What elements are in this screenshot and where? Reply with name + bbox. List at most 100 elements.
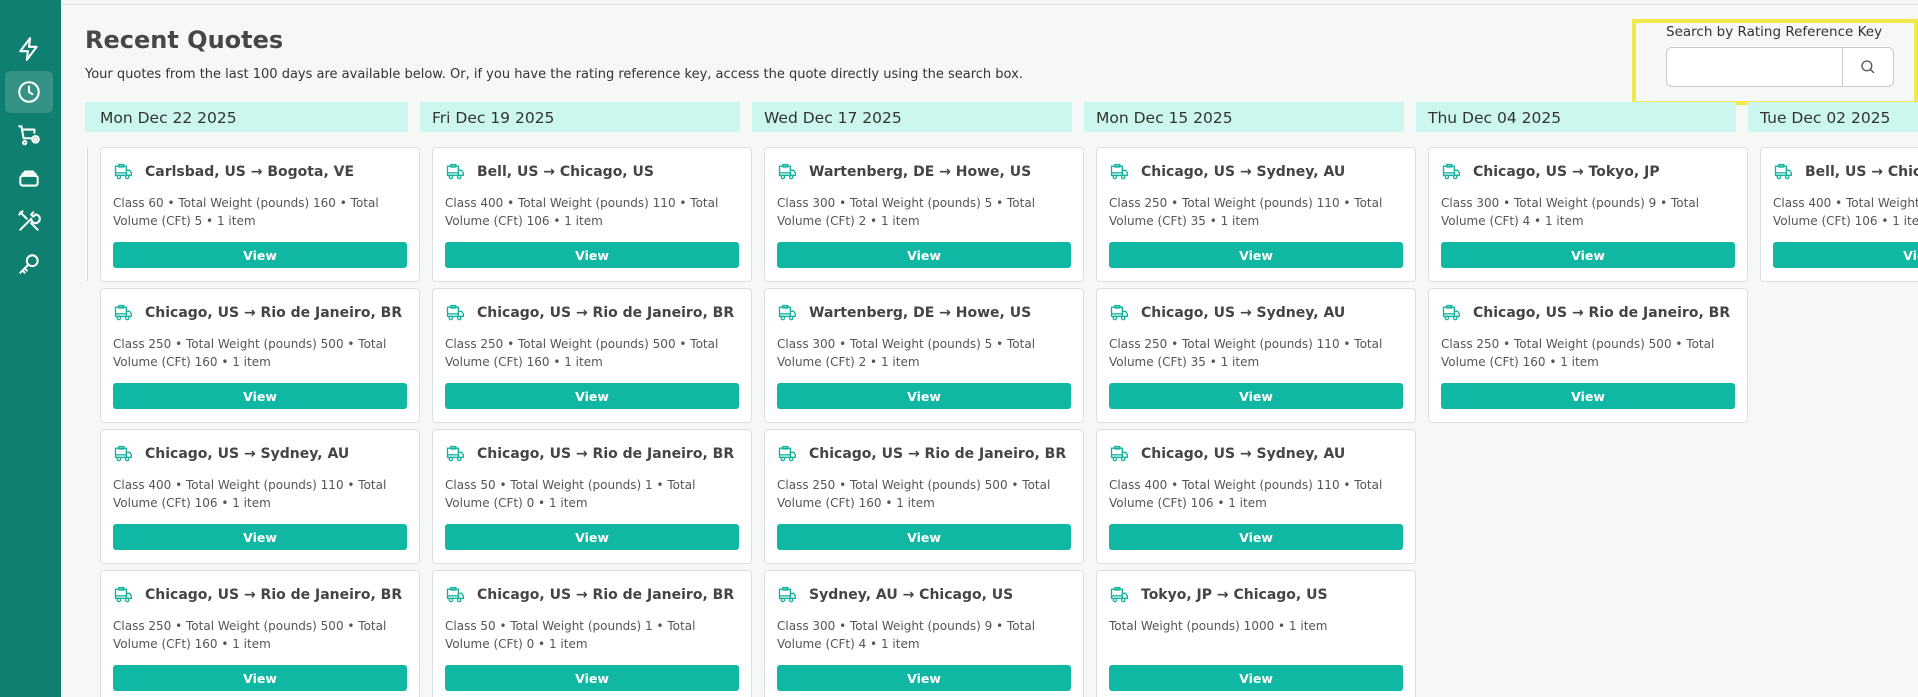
truck-icon [113,585,133,605]
quote-details: Class 300 • Total Weight (pounds) 9 • To… [777,619,1036,651]
view-quote-button[interactable]: View [445,383,739,409]
truck-icon [113,444,133,464]
view-quote-button[interactable]: View [1109,383,1403,409]
search-input[interactable] [1666,47,1843,87]
top-divider [61,4,1918,5]
column-date-header: Fri Dec 19 2025 [420,102,740,132]
lightning-icon [19,37,38,61]
quote-route: Chicago, US → Rio de Janeiro, BR [145,587,403,603]
view-quote-button[interactable]: View [445,242,739,268]
truck-icon [445,162,465,182]
quote-card: Chicago, US → Sydney, AU Class 400 • Tota… [100,429,420,564]
view-quote-button[interactable]: View [113,242,407,268]
quote-card: Chicago, US → Tokyo, JP Class 300 • Total… [1428,147,1748,282]
sidebar-item-recent-quotes[interactable] [5,71,53,113]
view-quote-button[interactable]: View [777,383,1071,409]
sidebar-item-keys[interactable] [5,243,53,285]
quote-card: Chicago, US → Rio de Janeiro, BR Class 50… [432,570,752,697]
view-quote-button[interactable]: View [1773,242,1918,268]
quote-details: Class 400 • Total Weight (pounds) 110 • … [1109,478,1383,510]
search-button[interactable] [1842,47,1894,87]
quote-card: Chicago, US → Rio de Janeiro, BR Class 25… [432,288,752,423]
sidebar-item-tools[interactable] [5,200,53,242]
search-icon [1861,60,1875,74]
quote-route: Chicago, US → Sydney, AU [1141,305,1346,321]
column-date-header: Tue Dec 02 2025 [1748,102,1918,132]
quote-details: Class 300 • Total Weight (pounds) 5 • To… [777,337,1036,369]
truck-icon [445,585,465,605]
quote-route: Chicago, US → Sydney, AU [1141,164,1346,180]
quote-card: Wartenberg, DE → Howe, US Class 300 • Tot… [764,288,1084,423]
view-quote-button[interactable]: View [777,665,1071,691]
truck-icon [777,162,797,182]
quote-route: Sydney, AU → Chicago, US [809,587,1014,603]
quote-route: Chicago, US → Rio de Janeiro, BR [1473,305,1731,321]
quote-details: Class 400 • Total Weight (pounds) 110 • … [1773,196,1918,228]
view-quote-button[interactable]: View [777,524,1071,550]
quote-details: Class 300 • Total Weight (pounds) 9 • To… [1441,196,1700,228]
column-date-header: Thu Dec 04 2025 [1416,102,1736,132]
quote-details: Class 50 • Total Weight (pounds) 1 • Tot… [445,619,696,651]
truck-icon [1109,162,1129,182]
stack-icon [19,170,39,187]
quote-details: Class 50 • Total Weight (pounds) 1 • Tot… [445,478,696,510]
truck-icon [1109,444,1129,464]
quote-card: Chicago, US → Rio de Janeiro, BR Class 25… [764,429,1084,564]
quote-column: Thu Dec 04 2025 Chicago, US → Tokyo, JP Cl… [1416,102,1748,423]
truck-icon [777,303,797,323]
quote-details: Class 250 • Total Weight (pounds) 110 • … [1109,337,1383,369]
truck-icon [777,444,797,464]
sidebar-item-quick-quote[interactable] [5,28,53,70]
quote-card: Sydney, AU → Chicago, US Class 300 • Tota… [764,570,1084,697]
view-quote-button[interactable]: View [1441,383,1735,409]
quote-column: Tue Dec 02 2025 Bell, US → Chicago, US Cla… [1748,102,1918,282]
quote-details: Class 400 • Total Weight (pounds) 110 • … [113,478,387,510]
quote-route: Wartenberg, DE → Howe, US [809,305,1032,321]
view-quote-button[interactable]: View [445,524,739,550]
view-quote-button[interactable]: View [1109,242,1403,268]
quote-route: Chicago, US → Sydney, AU [1141,446,1346,462]
page-subtitle: Your quotes from the last 100 days are a… [85,67,1023,82]
quote-details: Class 300 • Total Weight (pounds) 5 • To… [777,196,1036,228]
quote-card: Chicago, US → Rio de Janeiro, BR Class 25… [100,570,420,697]
truck-icon [445,303,465,323]
quote-card: Chicago, US → Rio de Janeiro, BR Class 25… [100,288,420,423]
quote-route: Chicago, US → Rio de Janeiro, BR [145,305,403,321]
truck-icon [1441,162,1461,182]
quote-card: Bell, US → Chicago, US Class 400 • Total … [432,147,752,282]
quote-route: Carlsbad, US → Bogota, VE [145,164,355,180]
view-quote-button[interactable]: View [113,383,407,409]
view-quote-button[interactable]: View [1109,524,1403,550]
view-quote-button[interactable]: View [1441,242,1735,268]
quotes-board: Mon Dec 22 2025 Carlsbad, US → Bogota, VE… [85,102,1918,697]
truck-icon [777,585,797,605]
quote-card: Chicago, US → Rio de Janeiro, BR Class 25… [1428,288,1748,423]
quote-details: Class 60 • Total Weight (pounds) 160 • T… [113,196,379,228]
quote-route: Chicago, US → Rio de Janeiro, BR [477,305,735,321]
tools-icon [18,210,41,231]
quote-column: Fri Dec 19 2025 Bell, US → Chicago, US Cla… [420,102,752,697]
view-quote-button[interactable]: View [113,524,407,550]
quote-card: Chicago, US → Sydney, AU Class 400 • Tota… [1096,429,1416,564]
view-quote-button[interactable]: View [445,665,739,691]
truck-icon [1773,162,1793,182]
quote-column: Mon Dec 15 2025 Chicago, US → Sydney, AU C… [1084,102,1416,697]
view-quote-button[interactable]: View [1109,665,1403,691]
quote-card: Wartenberg, DE → Howe, US Class 300 • Tot… [764,147,1084,282]
quote-route: Chicago, US → Sydney, AU [145,446,350,462]
column-date-header: Mon Dec 15 2025 [1084,102,1404,132]
sidebar-item-shipments[interactable] [5,114,53,156]
view-quote-button[interactable]: View [113,665,407,691]
quote-details: Class 250 • Total Weight (pounds) 500 • … [113,619,387,651]
quote-route: Chicago, US → Rio de Janeiro, BR [809,446,1067,462]
previous-column-card-edge [85,147,88,281]
quote-details: Class 250 • Total Weight (pounds) 500 • … [113,337,387,369]
column-date-header: Wed Dec 17 2025 [752,102,1072,132]
quote-route: Wartenberg, DE → Howe, US [809,164,1032,180]
quote-route: Bell, US → Chicago, US [1805,164,1918,180]
page-title: Recent Quotes [85,26,284,54]
quote-card: Chicago, US → Rio de Janeiro, BR Class 50… [432,429,752,564]
sidebar-item-inventory[interactable] [5,157,53,199]
truck-icon [1109,585,1129,605]
view-quote-button[interactable]: View [777,242,1071,268]
